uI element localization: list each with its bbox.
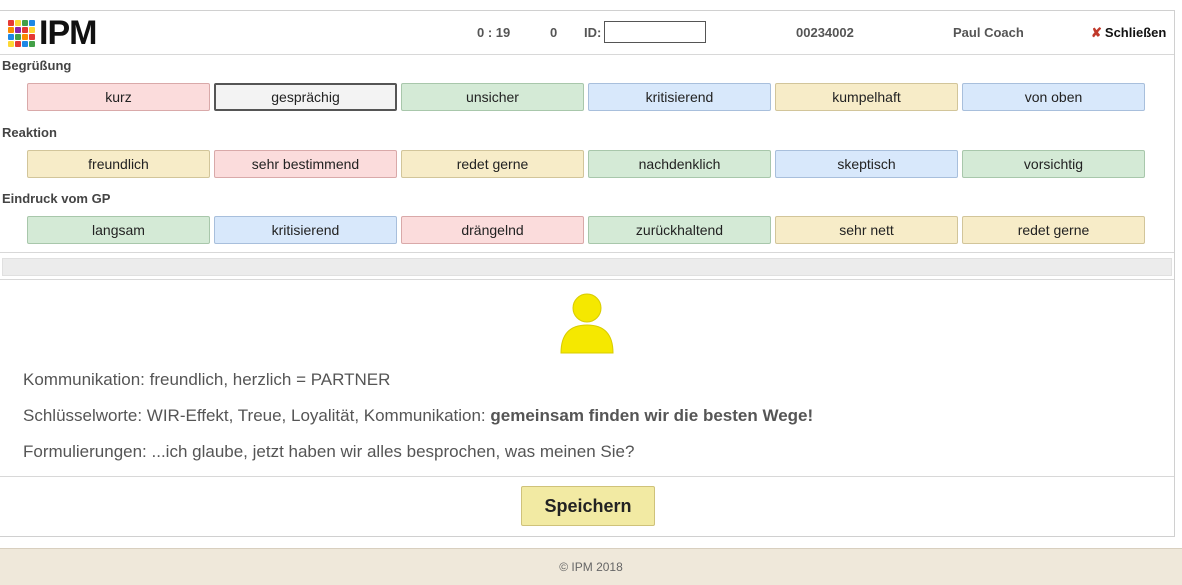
options-eindruck: langsam kritisierend drängelnd zurückhal…: [27, 216, 1149, 244]
footer: © IPM 2018: [0, 548, 1182, 585]
section-title-eindruck: Eindruck vom GP: [2, 191, 111, 206]
option-button[interactable]: kumpelhaft: [775, 83, 958, 111]
option-button[interactable]: drängelnd: [401, 216, 584, 244]
save-button[interactable]: Speichern: [521, 486, 655, 526]
option-button[interactable]: kurz: [27, 83, 210, 111]
close-label: Schließen: [1104, 25, 1167, 40]
id-label: ID:: [584, 24, 602, 40]
option-button[interactable]: skeptisch: [775, 150, 958, 178]
option-button[interactable]: von oben: [962, 83, 1145, 111]
id-input[interactable]: [604, 21, 707, 43]
logo-text: IPM: [39, 14, 97, 52]
phrasing-text: Formulierungen: ...ich glaube, jetzt hab…: [23, 442, 635, 461]
option-button[interactable]: redet gerne: [401, 150, 584, 178]
options-begruessung: kurz gesprächig unsicher kritisierend ku…: [27, 83, 1149, 111]
option-button[interactable]: zurückhaltend: [588, 216, 771, 244]
section-title-reaktion: Reaktion: [2, 125, 57, 140]
person-icon: [560, 293, 614, 354]
option-button[interactable]: redet gerne: [962, 216, 1145, 244]
timer: 0 : 19: [477, 25, 511, 40]
option-button[interactable]: nachdenklich: [588, 150, 771, 178]
option-button[interactable]: freundlich: [27, 150, 210, 178]
divider: [0, 279, 1174, 280]
option-button[interactable]: langsam: [27, 216, 210, 244]
counter: 0: [550, 25, 558, 40]
option-button[interactable]: kritisierend: [214, 216, 397, 244]
close-icon: ✘: [1091, 25, 1102, 40]
option-button[interactable]: kritisierend: [588, 83, 771, 111]
main-panel: IPM 0 : 19 0 ID: 00234002 Paul Coach ✘ Sc…: [0, 10, 1175, 537]
option-button[interactable]: sehr bestimmend: [214, 150, 397, 178]
option-button[interactable]: sehr nett: [775, 216, 958, 244]
options-reaktion: freundlich sehr bestimmend redet gerne n…: [27, 150, 1149, 178]
header-bar: IPM 0 : 19 0 ID: 00234002 Paul Coach ✘ Sc…: [0, 11, 1174, 55]
user-name: Paul Coach: [953, 25, 1024, 40]
logo-mosaic-icon: [8, 19, 35, 47]
keywords-text: Schlüsselworte: WIR-Effekt, Treue, Loyal…: [23, 406, 813, 426]
option-button[interactable]: unsicher: [401, 83, 584, 111]
keywords-highlight: gemeinsam finden wir die besten Wege!: [490, 406, 814, 425]
section-title-begruessung: Begrüßung: [2, 58, 72, 73]
option-button[interactable]: vorsichtig: [962, 150, 1145, 178]
record-number: 00234002: [796, 25, 854, 40]
close-button[interactable]: ✘ Schließen: [1091, 25, 1166, 41]
divider: [0, 252, 1174, 253]
keywords-prefix: Schlüsselworte: WIR-Effekt, Treue, Loyal…: [23, 406, 491, 425]
progress-bar: [2, 258, 1172, 276]
id-field-group: ID:: [584, 21, 707, 43]
logo: IPM: [8, 14, 97, 52]
divider: [0, 476, 1174, 477]
option-button-selected[interactable]: gesprächig: [214, 83, 397, 111]
communication-text: Kommunikation: freundlich, herzlich = PA…: [23, 370, 391, 389]
